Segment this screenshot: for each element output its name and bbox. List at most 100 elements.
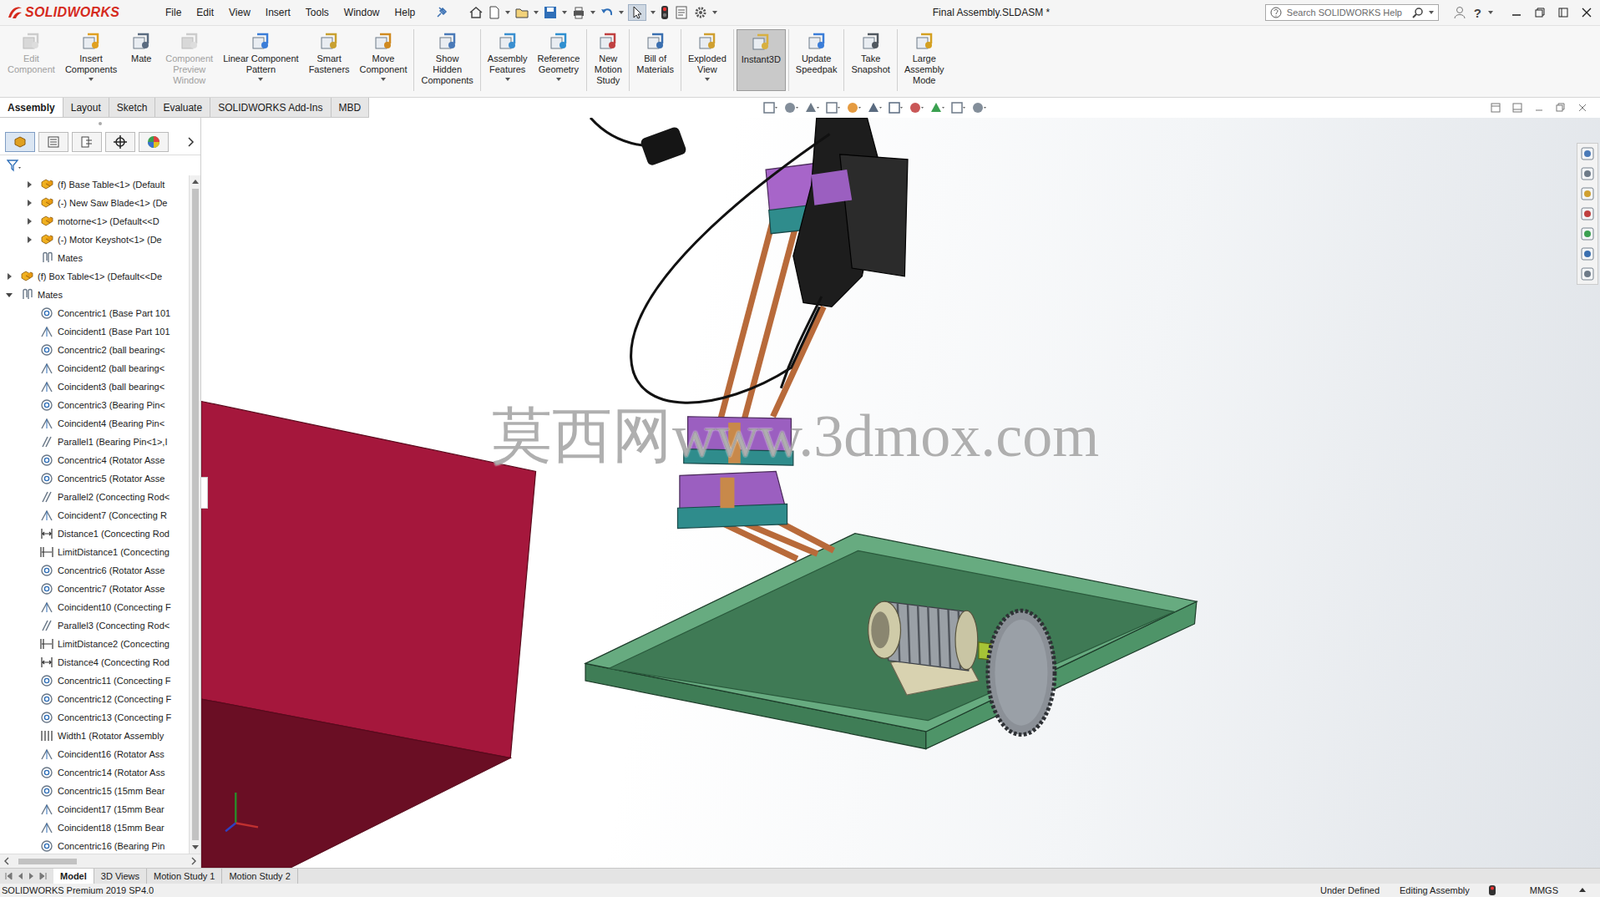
search-field[interactable]: Search SOLIDWORKS Help [1265, 4, 1439, 21]
save-icon[interactable] [542, 5, 558, 21]
tree-item[interactable]: LimitDistance1 (Concecting [0, 542, 189, 562]
chevron-right-icon[interactable] [185, 134, 196, 150]
filter-icon[interactable] [6, 158, 22, 173]
tree-item[interactable]: LimitDistance2 (Concecting [0, 634, 189, 654]
scroll-up-arrow[interactable] [192, 175, 199, 188]
select-tool[interactable] [627, 4, 647, 21]
tile-icon[interactable] [1489, 101, 1502, 114]
minimize-icon[interactable] [1509, 5, 1524, 20]
unit-system[interactable]: MMGS [1504, 885, 1570, 896]
horizontal-scrollbar[interactable] [0, 853, 201, 868]
ribbon-button[interactable]: Linear ComponentPattern [218, 29, 304, 92]
view-tool-icon[interactable] [865, 100, 883, 116]
minimize-icon[interactable] [1533, 101, 1545, 114]
ribbon-button[interactable]: MoveComponent [355, 29, 412, 92]
panel-tab[interactable] [38, 131, 69, 152]
dropdown-caret[interactable] [556, 77, 562, 82]
tree-item[interactable]: Parallel2 (Concecting Rod< [0, 487, 189, 507]
task-pane-icon[interactable] [1579, 146, 1595, 162]
tree-item[interactable]: Coincident16 (Rotator Ass [0, 744, 189, 764]
scroll-thumb[interactable] [18, 858, 77, 865]
tree-item[interactable]: Concentric16 (Bearing Pin [0, 836, 189, 854]
view-tool-icon[interactable] [907, 100, 925, 116]
ribbon-button[interactable]: ComponentPreviewWindow [161, 29, 218, 92]
panel-collapse-handle[interactable] [201, 476, 208, 509]
command-tab[interactable]: Assembly [0, 97, 64, 117]
view-tool-icon[interactable] [970, 100, 988, 116]
close-icon[interactable] [1576, 101, 1589, 114]
tree-item[interactable]: Concentric13 (Concecting F [0, 708, 189, 727]
ribbon-button[interactable]: LargeAssemblyMode [900, 29, 949, 92]
undo-icon[interactable] [599, 5, 615, 21]
tree-item[interactable]: Coincident17 (15mm Bear [0, 800, 189, 819]
tree-item[interactable]: Concentric5 (Rotator Asse [0, 469, 189, 488]
tree-item[interactable]: Coincident7 (Concecting R [0, 506, 189, 525]
menu-item[interactable]: Insert [258, 4, 298, 21]
tree-item[interactable]: Concentric15 (15mm Bear [0, 781, 189, 800]
tree-item[interactable]: Concentric7 (Rotator Asse [0, 579, 189, 598]
bottom-tab[interactable]: Motion Study 1 [146, 868, 223, 884]
dropdown-caret[interactable] [650, 10, 656, 15]
tree-item[interactable]: Coincident10 (Concecting F [0, 597, 189, 617]
ribbon-button[interactable]: ExplodedView [683, 29, 731, 92]
command-tab[interactable]: Sketch [109, 97, 157, 117]
caret-up-icon[interactable] [1578, 886, 1587, 895]
panel-tab[interactable] [105, 131, 136, 152]
home-icon[interactable] [468, 5, 484, 21]
task-pane-icon[interactable] [1579, 226, 1595, 242]
print-icon[interactable] [571, 5, 587, 21]
view-tool-icon[interactable] [824, 100, 841, 116]
dropdown-caret[interactable] [562, 10, 568, 15]
tree-item[interactable]: Mates [0, 285, 189, 304]
user-icon[interactable] [1452, 5, 1468, 21]
tree-item[interactable]: Width1 (Rotator Assembly [0, 726, 189, 745]
vertical-scrollbar[interactable] [188, 175, 201, 854]
ribbon-button[interactable]: EditComponent [3, 29, 60, 92]
previous-tab-icon[interactable] [15, 870, 26, 882]
view-tool-icon[interactable] [845, 100, 862, 116]
dropdown-caret[interactable] [380, 77, 386, 82]
expander[interactable] [23, 217, 36, 226]
assembly-model[interactable] [201, 117, 1600, 868]
dropdown-caret[interactable] [1428, 10, 1434, 15]
options-gear-icon[interactable] [693, 5, 709, 21]
task-pane-icon[interactable] [1579, 266, 1595, 282]
view-tool-icon[interactable] [803, 100, 821, 116]
graphics-area[interactable]: 莫西网www.3dmox.com [201, 117, 1600, 868]
bottom-tab[interactable]: Motion Study 2 [222, 868, 298, 884]
tree-item[interactable]: Distance4 (Concecting Rod [0, 653, 189, 672]
tree-item[interactable]: Coincident4 (Bearing Pin< [0, 414, 189, 433]
logo[interactable]: SOLIDWORKS [6, 5, 141, 21]
menu-item[interactable]: Edit [189, 4, 221, 21]
ribbon-button[interactable]: Bill ofMaterials [632, 29, 679, 92]
view-tool-icon[interactable] [782, 100, 800, 116]
restore-icon[interactable] [1533, 5, 1547, 20]
expander[interactable] [23, 198, 36, 208]
ribbon-button[interactable]: UpdateSpeedpak [791, 29, 842, 92]
panel-tab[interactable] [5, 131, 36, 152]
menu-item[interactable]: View [222, 4, 258, 21]
close-icon[interactable] [1579, 5, 1594, 20]
menu-item[interactable]: Help [388, 4, 423, 21]
dropdown-caret[interactable] [533, 10, 539, 15]
tree-item[interactable]: Coincident1 (Base Part 101 [0, 322, 189, 341]
first-tab-icon[interactable] [3, 870, 14, 882]
dropdown-caret[interactable] [505, 77, 511, 82]
panel-tab[interactable] [71, 131, 102, 152]
tree-item[interactable]: Distance1 (Concecting Rod [0, 524, 189, 543]
box-table[interactable] [201, 400, 537, 758]
tree-item[interactable]: Coincident2 (ball bearing< [0, 359, 189, 378]
arrow-right-icon[interactable] [190, 856, 198, 866]
ribbon-button[interactable]: ShowHiddenComponents [416, 29, 477, 92]
rebuild-icon[interactable] [659, 5, 670, 21]
dropdown-caret[interactable] [88, 77, 94, 82]
expander[interactable] [23, 180, 36, 189]
ribbon-button[interactable]: SmartFasteners [304, 29, 355, 92]
tree-item[interactable]: Concentric11 (Concecting F [0, 671, 189, 690]
open-folder-icon[interactable] [514, 5, 530, 21]
ribbon-button[interactable]: InsertComponents [60, 29, 122, 92]
tree-item[interactable]: (f) Base Table<1> (Default [0, 175, 189, 194]
tree-item[interactable]: Coincident3 (ball bearing< [0, 377, 189, 396]
new-document-icon[interactable] [487, 5, 502, 21]
tree-item[interactable]: Concentric2 (ball bearing< [0, 340, 189, 360]
